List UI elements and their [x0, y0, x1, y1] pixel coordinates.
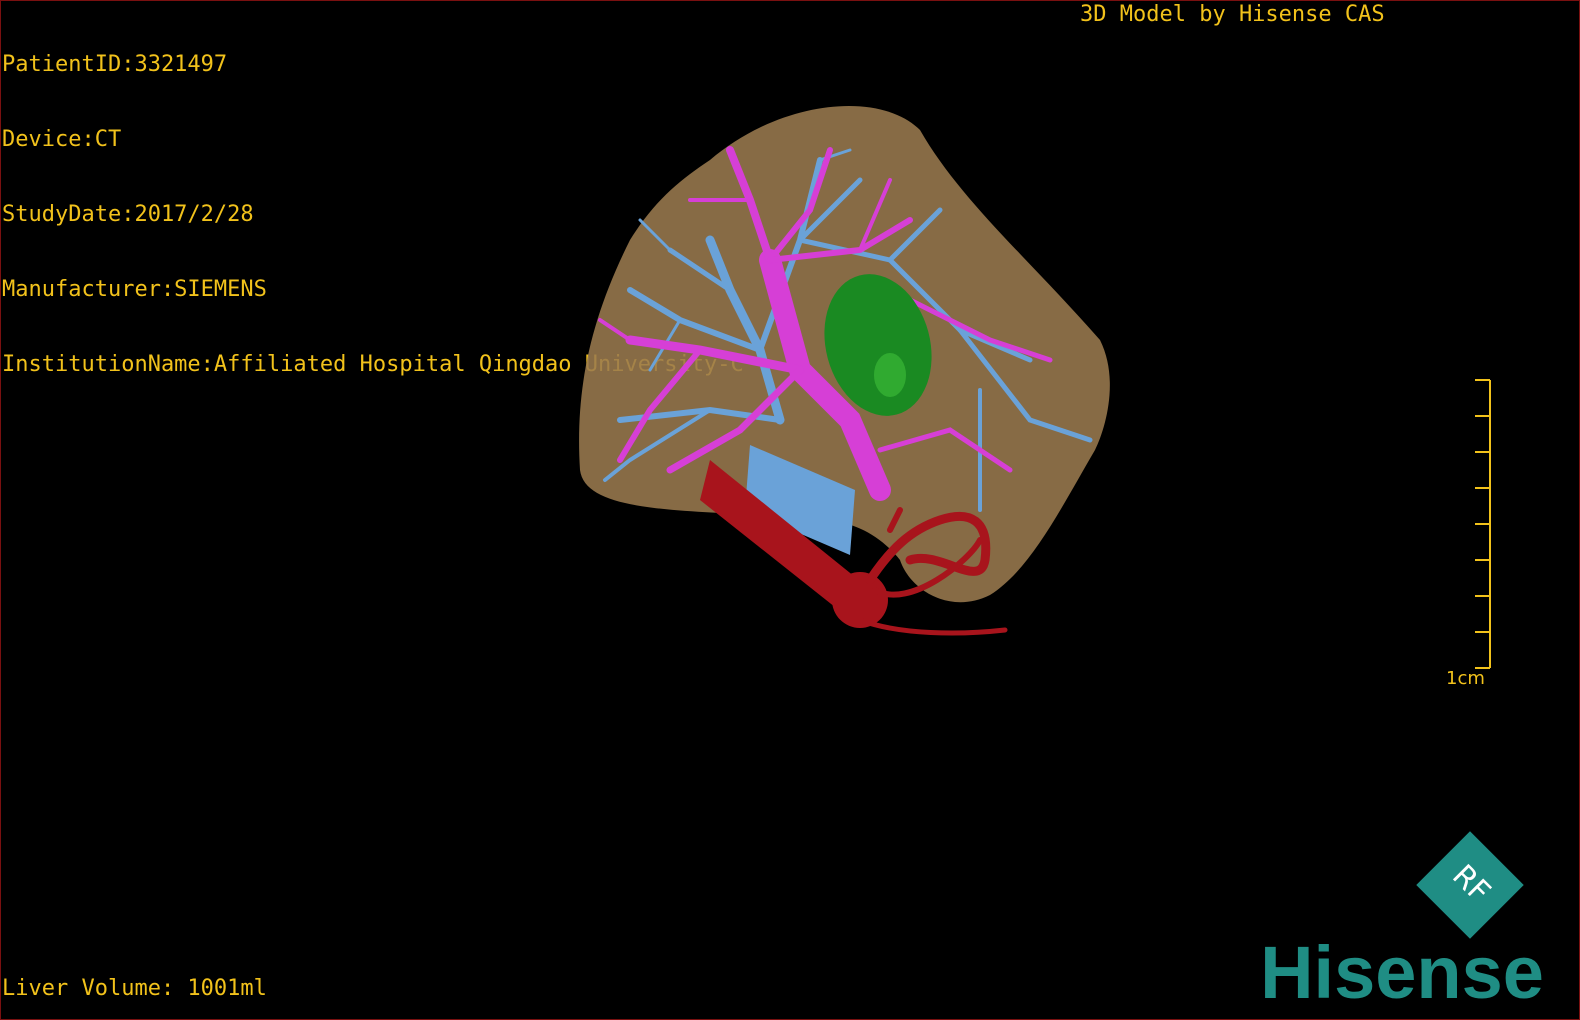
hisense-logo: RF Hisense	[1260, 831, 1544, 1014]
scale-bar	[1475, 379, 1491, 669]
rf-badge-icon: RF	[1416, 831, 1524, 939]
tumor-highlight	[874, 353, 906, 397]
patient-id-text: PatientID:3321497	[2, 52, 228, 77]
liver-volume-text: Liver Volume: 1001ml	[2, 976, 267, 1001]
model-credit-text: 3D Model by Hisense CAS	[1080, 2, 1385, 27]
scale-bar-label: 1cm	[1446, 668, 1485, 689]
liver-3d-model[interactable]	[560, 90, 1140, 660]
hisense-wordmark: Hisense	[1260, 931, 1544, 1014]
